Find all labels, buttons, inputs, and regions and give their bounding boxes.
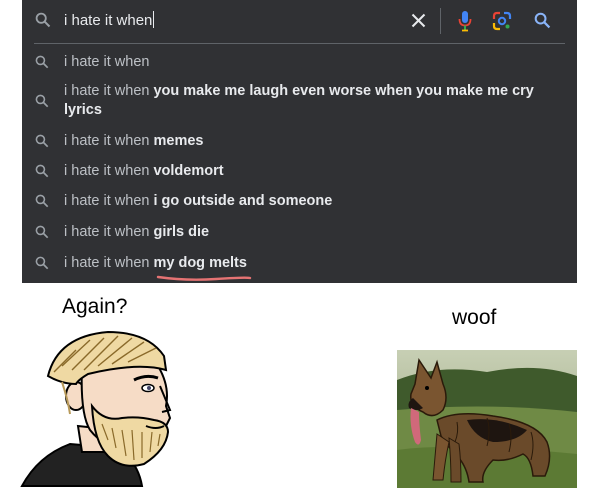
search-icon — [35, 94, 49, 108]
suggestion-prefix: i hate it when — [64, 255, 150, 271]
dog-eye — [425, 386, 429, 390]
search-input[interactable]: i hate it when — [64, 11, 155, 31]
suggestion-text: i hate it when you make me laugh even wo… — [64, 82, 544, 120]
suggestion-prefix: i hate it when — [64, 163, 150, 179]
suggestion-prefix: i hate it when — [64, 83, 150, 99]
search-icon — [35, 164, 49, 178]
search-submit-icon[interactable] — [534, 12, 551, 29]
dog-front-leg — [448, 437, 462, 483]
suggestion-completion: my dog melts — [153, 255, 247, 271]
search-bar[interactable]: i hate it when — [22, 0, 577, 42]
handdrawn-underline — [156, 275, 252, 281]
suggestion-text: i hate it when my dog melts — [64, 254, 544, 273]
suggestion-prefix: i hate it when — [64, 133, 150, 149]
bearded-man-drawing — [20, 330, 172, 487]
suggestion-text: i hate it when voldemort — [64, 162, 544, 181]
suggestion-item[interactable]: i hate it when girls die — [22, 221, 577, 243]
suggestions-divider — [34, 43, 565, 44]
suggestion-completion: girls die — [153, 224, 210, 240]
right-caption: woof — [452, 306, 497, 329]
suggestion-completion: memes — [153, 133, 204, 149]
melting-dog-image — [397, 350, 577, 488]
search-icon — [35, 256, 49, 270]
suggestion-prefix: i hate it when — [64, 54, 150, 70]
search-bar-divider — [440, 8, 441, 34]
suggestion-prefix: i hate it when — [64, 193, 150, 209]
search-icon — [35, 55, 49, 69]
suggestion-item[interactable]: i hate it when my dog melts — [22, 252, 577, 274]
suggestion-completion: i go outside and someone — [153, 193, 333, 209]
pupil — [147, 386, 151, 390]
suggestion-item[interactable]: i hate it when — [22, 51, 577, 73]
suggestion-item[interactable]: i hate it when memes — [22, 130, 577, 152]
suggestion-text: i hate it when i go outside and someone — [64, 192, 544, 211]
microphone-icon[interactable] — [458, 10, 472, 32]
search-icon — [35, 12, 51, 28]
close-icon[interactable] — [411, 13, 426, 28]
search-icon — [35, 225, 49, 239]
left-caption: Again? — [62, 295, 128, 318]
search-query-text: i hate it when — [64, 12, 153, 29]
google-lens-icon[interactable] — [492, 11, 512, 31]
search-icon — [35, 134, 49, 148]
suggestion-text: i hate it when — [64, 53, 544, 72]
suggestion-text: i hate it when girls die — [64, 223, 544, 242]
text-cursor — [153, 11, 155, 28]
suggestion-item[interactable]: i hate it when i go outside and someone — [22, 190, 577, 212]
suggestion-item[interactable]: i hate it when you make me laugh even wo… — [22, 81, 577, 121]
suggestion-item[interactable]: i hate it when voldemort — [22, 160, 577, 182]
search-icon — [35, 194, 49, 208]
suggestion-prefix: i hate it when — [64, 224, 150, 240]
suggestion-completion: voldemort — [153, 163, 224, 179]
search-panel: i hate it when i hate it when i hate it … — [22, 0, 577, 283]
suggestion-text: i hate it when memes — [64, 132, 544, 151]
